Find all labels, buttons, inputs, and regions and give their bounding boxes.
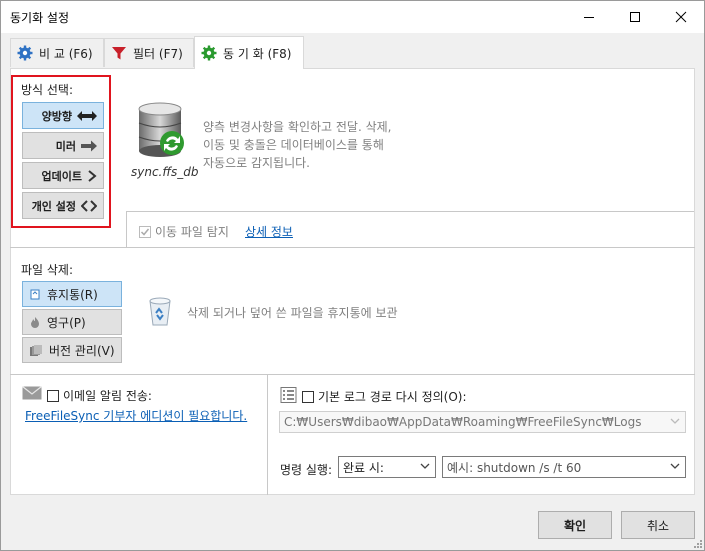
tab-compare-label: 비 교 (F6) — [39, 46, 93, 61]
angle-brackets-icon — [81, 199, 97, 212]
ok-button[interactable]: 확인 — [538, 511, 612, 539]
deletion-heading: 파일 삭제: — [21, 263, 74, 277]
tab-filter[interactable]: 필터 (F7) — [104, 38, 194, 67]
maximize-button[interactable] — [612, 1, 658, 33]
chevron-down-icon — [420, 463, 430, 469]
close-button[interactable] — [658, 1, 704, 33]
cancel-button[interactable]: 취소 — [621, 511, 695, 539]
log-override-label: 기본 로그 경로 다시 정의(O): — [318, 390, 467, 404]
custom-button[interactable]: 개인 설정 — [22, 192, 104, 219]
checkmark-icon — [140, 228, 150, 236]
recycle-bin-button[interactable]: 휴지통(R) — [22, 281, 122, 307]
tab-filter-label: 필터 (F7) — [133, 46, 183, 61]
close-icon — [675, 11, 687, 23]
two-way-button[interactable]: 양방향 — [22, 102, 104, 129]
gear-blue-icon — [17, 45, 33, 61]
window-title: 동기화 설정 — [10, 11, 70, 25]
tab-sync-label: 동 기 화 (F8) — [223, 46, 292, 61]
variant-description-line1: 양측 변경사항을 확인하고 전달. 삭제, — [203, 120, 392, 134]
email-checkbox-row[interactable]: 이메일 알림 전송: — [47, 387, 152, 404]
recycle-bin-small-icon — [30, 289, 40, 300]
detect-moved-checkbox-row[interactable]: 이동 파일 탐지 — [139, 223, 229, 240]
log-override-row[interactable]: 기본 로그 경로 다시 정의(O): — [302, 388, 467, 405]
log-path-value: C:₩Users₩dibao₩AppData₩Roaming₩FreeFileS… — [284, 415, 642, 429]
versioning-button[interactable]: 버전 관리(V) — [22, 337, 122, 363]
chevron-down-icon — [670, 463, 680, 469]
permanent-label: 영구(P) — [47, 315, 86, 330]
separator-top — [126, 211, 694, 212]
versions-stack-icon — [30, 344, 42, 356]
minimize-icon — [584, 17, 594, 18]
tab-compare[interactable]: 비 교 (F6) — [10, 38, 104, 67]
chevron-right-icon — [88, 169, 97, 182]
separator-deletion — [10, 374, 695, 375]
flame-icon — [31, 316, 39, 328]
minimize-button[interactable] — [566, 1, 612, 33]
mirror-label: 미러 — [55, 139, 76, 153]
variant-heading: 방식 선택: — [21, 83, 74, 97]
email-label: 이메일 알림 전송: — [63, 389, 152, 403]
variant-description: 양측 변경사항을 확인하고 전달. 삭제, 이동 및 충돌은 데이터베이스를 통… — [203, 118, 392, 172]
chevron-down-icon — [670, 418, 680, 424]
gear-green-icon — [201, 45, 217, 61]
email-checkbox[interactable] — [47, 389, 59, 402]
versioning-label: 버전 관리(V) — [49, 343, 115, 358]
right-arrow-icon — [81, 140, 97, 151]
command-when-value: 완료 시: — [343, 460, 384, 475]
separator-variant — [10, 247, 695, 248]
two-way-arrow-icon — [77, 110, 97, 121]
tab-sync[interactable]: 동 기 화 (F8) — [194, 36, 304, 69]
resize-grip-icon[interactable] — [691, 537, 703, 549]
recycle-bin-label: 휴지통(R) — [47, 287, 98, 302]
update-label: 업데이트 — [41, 169, 82, 183]
recycle-bin-icon — [149, 297, 171, 326]
command-input[interactable]: 예시: shutdown /s /t 60 — [442, 456, 686, 478]
filter-funnel-icon — [112, 47, 126, 60]
detect-moved-checkbox[interactable] — [139, 225, 151, 238]
custom-label: 개인 설정 — [31, 199, 76, 213]
variant-description-line2: 이동 및 충돌은 데이터베이스를 통해 — [203, 138, 384, 152]
detect-moved-bracket — [126, 211, 127, 247]
detect-moved-label: 이동 파일 탐지 — [155, 225, 229, 239]
permanent-button[interactable]: 영구(P) — [22, 309, 122, 335]
command-placeholder: 예시: shutdown /s /t 60 — [447, 460, 582, 475]
update-button[interactable]: 업데이트 — [22, 162, 104, 189]
envelope-icon — [22, 386, 42, 400]
variant-description-line3: 자동으로 감지됩니다. — [203, 156, 310, 170]
details-link[interactable]: 상세 정보 — [245, 223, 293, 240]
log-override-checkbox[interactable] — [302, 390, 314, 403]
two-way-label: 양방향 — [41, 109, 72, 123]
maximize-icon — [630, 12, 640, 22]
separator-vertical-bottom — [267, 374, 268, 495]
database-sync-icon — [138, 102, 184, 157]
donation-link[interactable]: FreeFileSync 기부자 에디션이 필요합니다. — [25, 407, 247, 424]
mirror-button[interactable]: 미러 — [22, 132, 104, 159]
command-label: 명령 실행: — [280, 463, 333, 477]
command-when-select[interactable]: 완료 시: — [338, 456, 436, 478]
deletion-description: 삭제 되거나 덮어 쓴 파일을 휴지통에 보관 — [187, 306, 398, 320]
title-bar: 동기화 설정 — [1, 1, 704, 33]
database-caption: sync.ffs_db — [131, 165, 199, 179]
sync-settings-dialog: 동기화 설정 비 교 (F6) 필터 (F7) 동 기 화 (F8) 방식 선택… — [0, 0, 705, 551]
log-list-icon — [280, 387, 297, 403]
log-path-combo[interactable]: C:₩Users₩dibao₩AppData₩Roaming₩FreeFileS… — [279, 411, 686, 433]
